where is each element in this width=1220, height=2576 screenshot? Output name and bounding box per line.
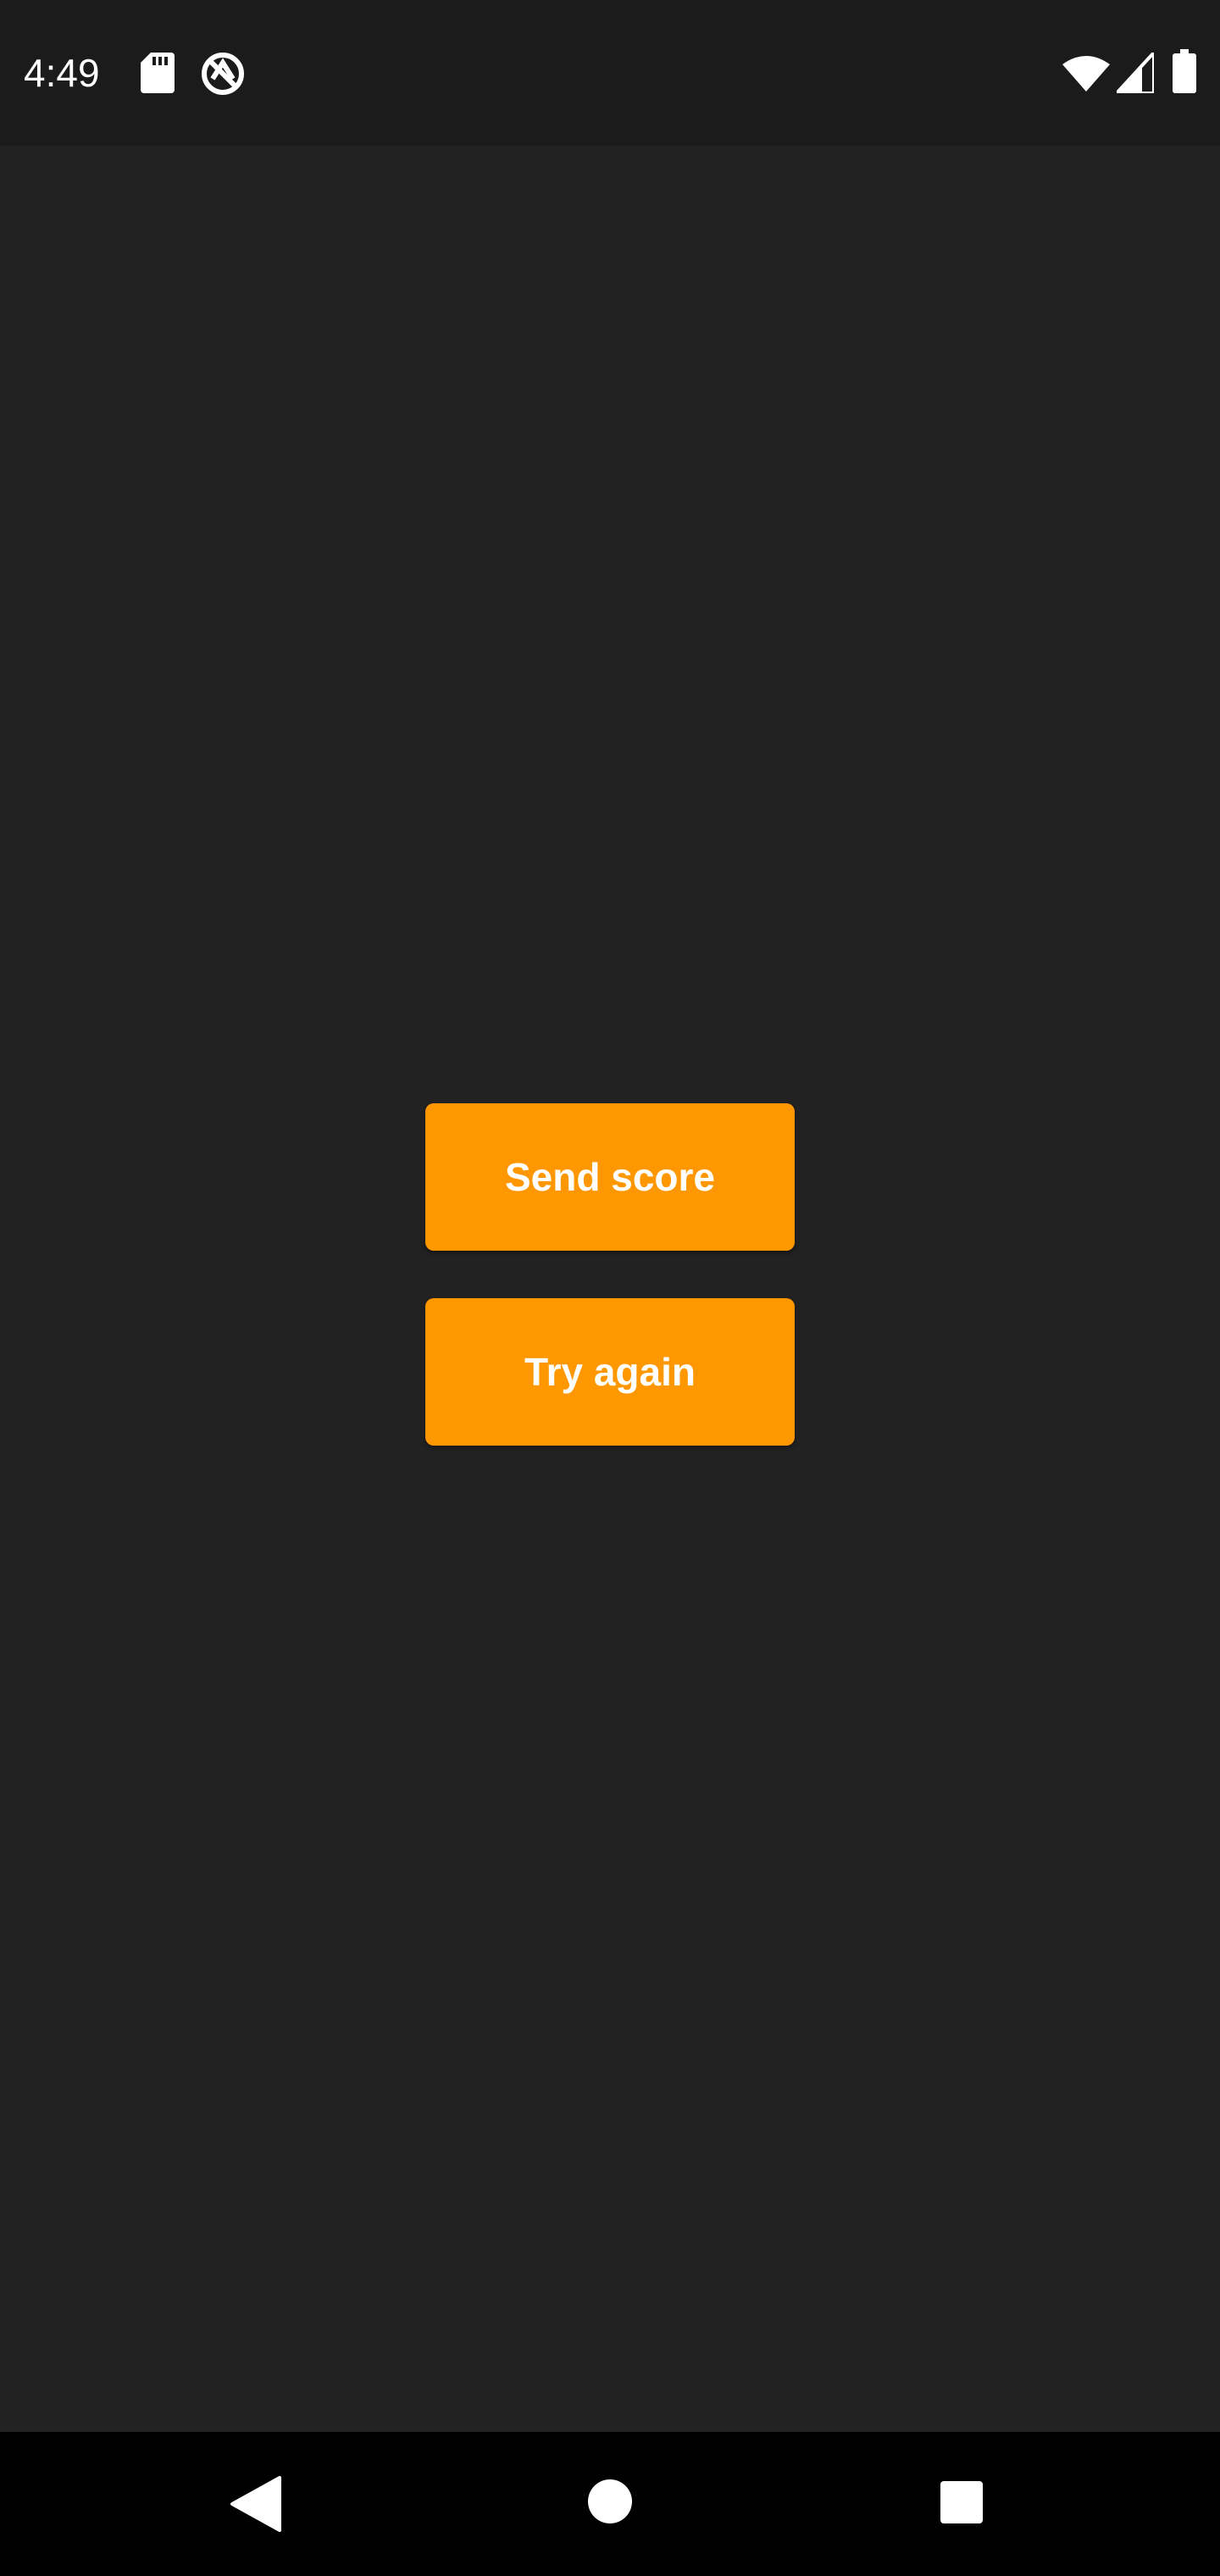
wifi-icon — [1062, 56, 1110, 92]
home-icon[interactable] — [586, 2478, 634, 2525]
app-screen: 4:49 Your score: 3 Send score Try again — [0, 0, 1220, 2576]
navigation-bar — [0, 2432, 1220, 2576]
send-score-button[interactable]: Send score — [425, 1103, 795, 1251]
status-time: 4:49 — [24, 51, 100, 95]
sd-card-icon — [141, 53, 175, 93]
recents-icon[interactable] — [939, 2479, 984, 2525]
try-again-button[interactable]: Try again — [425, 1298, 795, 1446]
main-content: Your score: 3 Send score Try again — [0, 146, 1220, 2432]
battery-icon — [1173, 49, 1196, 93]
back-icon[interactable] — [229, 2474, 283, 2534]
status-bar: 4:49 — [0, 0, 1220, 146]
signal-icon — [1117, 53, 1154, 93]
sync-icon — [202, 53, 244, 95]
